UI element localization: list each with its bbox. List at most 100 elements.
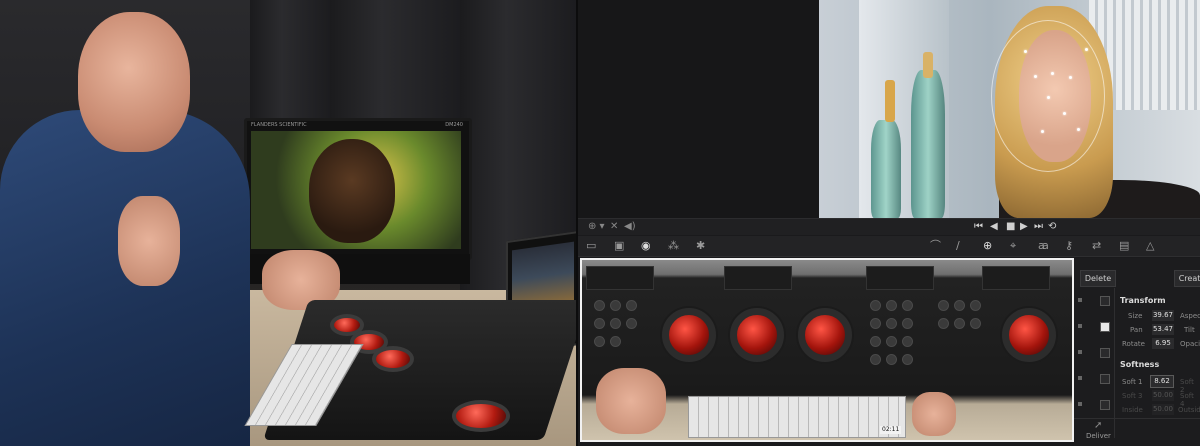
triangle-icon[interactable]: △	[1146, 239, 1154, 253]
softness-title: Softness	[1120, 360, 1160, 369]
opacity-label: Opacity	[1180, 340, 1200, 348]
circle-icon[interactable]: ◉	[641, 239, 651, 253]
window-row-marker	[1078, 324, 1082, 328]
audio-icon[interactable]: ◀)	[624, 220, 636, 234]
key-icon[interactable]: ⚷	[1065, 239, 1073, 253]
panel-button	[902, 354, 913, 365]
go-to-end-icon[interactable]: ⏭	[1034, 220, 1043, 234]
soft1-value[interactable]: 8.62	[1150, 375, 1174, 388]
blur-icon[interactable]: ꜳ	[1038, 239, 1049, 253]
acoustic-panel	[250, 0, 330, 130]
window-shape-swatch[interactable]	[1100, 296, 1110, 306]
panel-button	[886, 318, 897, 329]
acoustic-panel	[330, 0, 460, 120]
rocket-icon[interactable]: ➚	[1094, 420, 1102, 431]
keyboard	[688, 396, 906, 438]
panel-button	[938, 318, 949, 329]
lift-trackball	[662, 308, 716, 362]
go-to-start-icon[interactable]: ⏮	[974, 220, 983, 234]
star-icon[interactable]: ✱	[696, 239, 705, 253]
pan-value[interactable]: 53.47	[1152, 324, 1174, 335]
stop-icon[interactable]: ■	[1006, 220, 1015, 234]
aspect-label: Aspect	[1180, 312, 1200, 320]
tracking-point	[1034, 75, 1037, 78]
panel-button	[954, 318, 965, 329]
window-shape-swatch[interactable]	[1100, 400, 1110, 410]
panel-button	[970, 318, 981, 329]
control-panel-inset-video: 02:11	[580, 258, 1074, 442]
gain-trackball	[798, 308, 852, 362]
tracking-point	[1051, 72, 1054, 75]
panel-button	[886, 300, 897, 311]
window-row-marker	[1078, 298, 1082, 302]
viewer-mode-icon[interactable]: ⊕ ▾	[588, 220, 605, 234]
deliver-page-tab[interactable]: Deliver	[1086, 432, 1111, 440]
camera-icon[interactable]: ▭	[586, 239, 596, 253]
panel-button	[970, 300, 981, 311]
window-shape-swatch[interactable]	[1100, 374, 1110, 384]
loop-icon[interactable]: ⟲	[1048, 220, 1056, 234]
panel-button	[610, 318, 621, 329]
panel-button	[610, 336, 621, 347]
vase	[911, 70, 945, 218]
monitor-face-image	[309, 139, 395, 243]
play-icon[interactable]: ▶	[1020, 220, 1028, 234]
tracking-point	[1063, 112, 1066, 115]
vase	[871, 120, 901, 218]
panel-button	[954, 300, 965, 311]
bypass-icon[interactable]: ✕	[610, 220, 618, 234]
play-reverse-icon[interactable]: ◀	[990, 220, 998, 234]
resolve-color-page: ⊕ ▾ ✕ ◀) ⏮ ◀ ■ ▶ ⏭ ⟲ ▭ ▣ ◉ ⁂ ✱ ⌒ ∕ ⊕ ⌖ ꜳ…	[578, 0, 1200, 446]
gamma-trackball	[730, 308, 784, 362]
window-row-marker	[1078, 376, 1082, 380]
rotate-value[interactable]: 6.95	[1152, 338, 1174, 349]
trackball	[452, 400, 510, 432]
panel-button	[870, 318, 881, 329]
window-row-marker	[1078, 350, 1082, 354]
tracking-point	[1085, 48, 1088, 51]
curves-icon[interactable]: ⌒	[930, 239, 941, 253]
monitor-screen	[251, 131, 461, 249]
transport-trackball	[1002, 308, 1056, 362]
panel-button	[870, 300, 881, 311]
monitor-brand: FLANDERS SCIENTIFIC	[251, 122, 307, 128]
window-shape-swatch[interactable]	[1100, 348, 1110, 358]
candle	[923, 52, 933, 78]
panel-button	[902, 318, 913, 329]
panel-display	[586, 266, 654, 290]
panel-button	[870, 354, 881, 365]
size-value[interactable]: 39.67	[1152, 310, 1174, 321]
panel-button	[626, 318, 637, 329]
panel-button	[594, 300, 605, 311]
create-button[interactable]: Create	[1174, 270, 1200, 287]
window-shape-swatch-active[interactable]	[1100, 322, 1110, 332]
soft1-label: Soft 1	[1122, 378, 1143, 386]
tracking-point	[1024, 50, 1027, 53]
palette-toolbar: ▭ ▣ ◉ ⁂ ✱ ⌒ ∕ ⊕ ⌖ ꜳ ⚷ ⇄ ▤ △	[578, 236, 1200, 257]
3d-icon[interactable]: ▤	[1119, 239, 1129, 253]
window-inspector: Delete Create Transform Size 39.67 Aspec…	[1074, 258, 1200, 446]
timecode-overlay: 02:11	[880, 426, 902, 434]
tracker-icon[interactable]: ⌖	[1010, 239, 1016, 253]
soft3-value[interactable]: 50.00	[1152, 390, 1174, 401]
sizing-icon[interactable]: ⇄	[1092, 239, 1101, 253]
reference-monitor: FLANDERS SCIENTIFIC DM240	[244, 118, 472, 260]
panel-display	[982, 266, 1050, 290]
window-row-marker	[1078, 402, 1082, 406]
nodes-icon[interactable]: ⁂	[668, 239, 679, 253]
window-icon[interactable]: ⊕	[983, 239, 992, 253]
presenter-hand-left	[118, 196, 180, 286]
transform-title: Transform	[1120, 296, 1166, 305]
delete-button[interactable]: Delete	[1080, 270, 1116, 287]
panel-button	[886, 336, 897, 347]
operator-hand-left	[596, 368, 666, 434]
inside-value[interactable]: 50.00	[1152, 404, 1174, 415]
panel-button	[594, 336, 605, 347]
panel-display	[724, 266, 792, 290]
image-icon[interactable]: ▣	[614, 239, 624, 253]
pan-label: Pan	[1130, 326, 1143, 334]
transport-bar: ⊕ ▾ ✕ ◀) ⏮ ◀ ■ ▶ ⏭ ⟲	[578, 218, 1200, 235]
panel-button	[594, 318, 605, 329]
presenter-shirt	[0, 110, 250, 446]
qualifier-icon[interactable]: ∕	[956, 239, 960, 253]
